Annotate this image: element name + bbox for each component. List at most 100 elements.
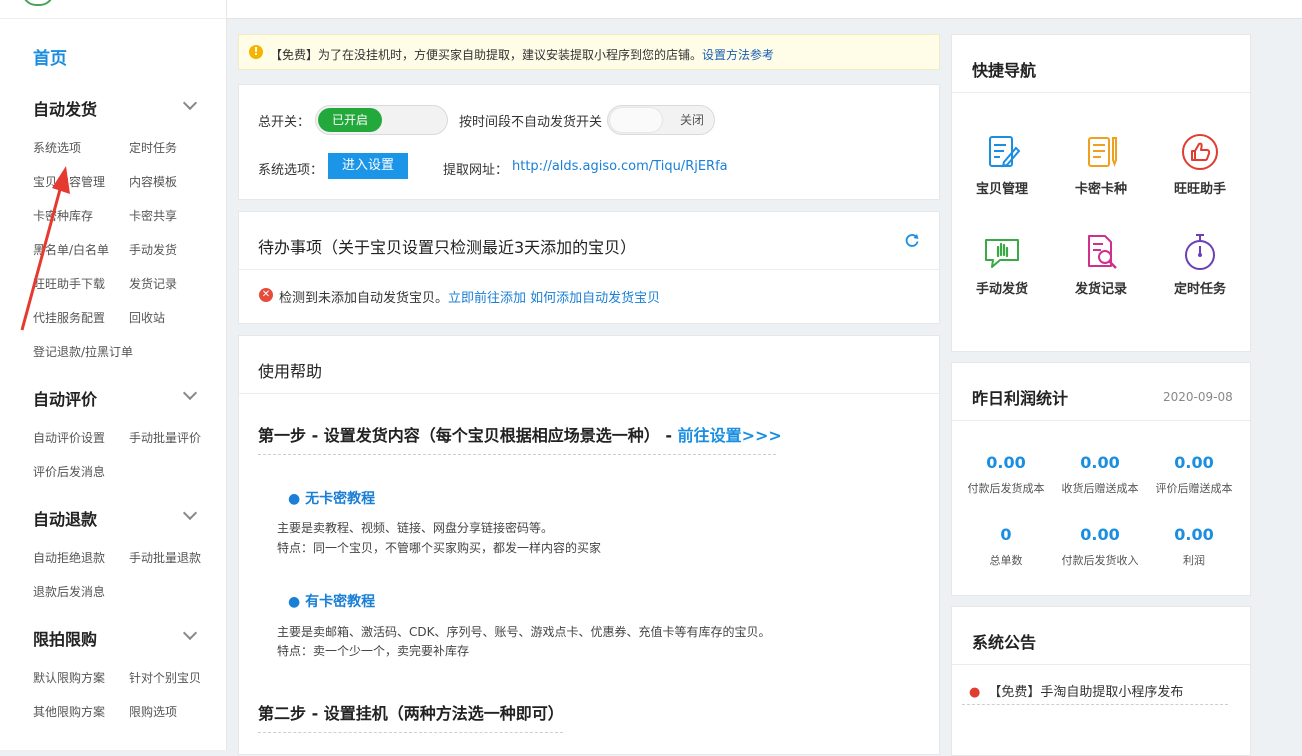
stat-total-orders: 0 总单数 [958, 525, 1054, 568]
nav-item-auto-reject[interactable]: 自动拒绝退款 [33, 549, 105, 566]
nav-group-auto-refund[interactable]: 自动退款 [33, 506, 97, 530]
stopwatch-icon [1185, 234, 1215, 270]
nav-item-content-template[interactable]: 内容模板 [129, 173, 177, 190]
todo-message-line: 检测到未添加自动发货宝贝。立即前往添加 如何添加自动发货宝贝 [279, 287, 660, 306]
thumbs-up-icon [1182, 134, 1218, 170]
nav-item-other-limit[interactable]: 其他限购方案 [33, 703, 105, 720]
toggle-knob [610, 108, 662, 132]
no-card-tutorial-link[interactable]: ● 无卡密教程 [288, 488, 375, 508]
stat-label: 付款后发货收入 [1061, 554, 1139, 567]
stat-profit: 0.00 利润 [1146, 525, 1242, 568]
nav-item-manual-ship[interactable]: 手动发货 [129, 241, 177, 258]
annotation-arrow-icon [20, 166, 70, 331]
master-toggle[interactable]: 已开启 [315, 105, 448, 135]
nav-item-batch-refund[interactable]: 手动批量退款 [129, 549, 201, 566]
stat-value: 0.00 [1080, 525, 1120, 544]
profit-card: 昨日利润统计 2020-09-08 0.00 付款后发货成本 0.00 收货后赠… [951, 362, 1251, 596]
notice-text: 【免费】为了在没挂机时，方便买家自助提取，建议安装提取小程序到您的店铺。设置方法… [270, 46, 774, 63]
quick-nav-label: 卡密卡种 [1074, 182, 1127, 197]
stat-label: 总单数 [989, 554, 1023, 567]
quick-nav-label: 手动发货 [975, 282, 1028, 297]
card-tutorial-link[interactable]: ● 有卡密教程 [288, 591, 375, 611]
quick-nav-item-goods[interactable]: 宝贝管理 [962, 132, 1042, 197]
announcement-text: 【免费】手淘自助提取小程序发布 [988, 685, 1184, 700]
sidebar: 首页 自动发货 系统选项 定时任务 宝贝内容管理 内容模板 卡密种库存 卡密共享… [0, 0, 227, 750]
nav-item-scheduled-tasks[interactable]: 定时任务 [129, 139, 177, 156]
add-now-link[interactable]: 立即前往添加 [448, 291, 526, 306]
quick-nav-label: 宝贝管理 [975, 182, 1028, 197]
step2-title: 第二步 - 设置挂机（两种方法选一种即可） [258, 704, 564, 723]
quick-nav-item-card[interactable]: 卡密卡种 [1061, 132, 1141, 197]
todo-title: 待办事项（关于宝贝设置只检测最近3天添加的宝贝） [258, 238, 637, 257]
stat-label: 利润 [1183, 554, 1205, 567]
nav-item-review-message[interactable]: 评价后发消息 [33, 463, 105, 480]
quick-nav-item-manual-ship[interactable]: 手动发货 [962, 232, 1042, 297]
bullet-icon: ● [969, 685, 981, 700]
stat-label: 付款后发货成本 [967, 482, 1045, 495]
profit-date: 2020-09-08 [1163, 390, 1233, 404]
nav-item-ship-records[interactable]: 发货记录 [129, 275, 177, 292]
divider [239, 269, 939, 270]
nav-item-recycle-bin[interactable]: 回收站 [129, 309, 165, 326]
stat-label: 收货后赠送成本 [1061, 482, 1139, 495]
nav-item-system-options[interactable]: 系统选项 [33, 139, 81, 156]
nav-group-purchase-limit[interactable]: 限拍限购 [33, 626, 97, 650]
quick-nav-label: 定时任务 [1173, 282, 1226, 297]
nav-item-limit-options[interactable]: 限购选项 [129, 703, 177, 720]
refresh-icon[interactable] [904, 232, 920, 248]
nav-group-auto-review[interactable]: 自动评价 [33, 386, 97, 410]
dashed-divider [258, 454, 776, 455]
logo [22, 0, 54, 6]
todo-card: 待办事项（关于宝贝设置只检测最近3天添加的宝贝） ✕ 检测到未添加自动发货宝贝。… [238, 211, 940, 324]
extract-url-label: 提取网址： [443, 163, 509, 178]
chevron-down-icon[interactable] [182, 505, 198, 521]
quick-nav-item-ship-records[interactable]: 发货记录 [1061, 232, 1141, 297]
stat-value: 0.00 [1174, 453, 1214, 472]
timed-toggle-state: 关闭 [679, 113, 704, 127]
nav-item-default-limit[interactable]: 默认限购方案 [33, 669, 105, 686]
stat-value: 0.00 [986, 453, 1026, 472]
announcement-title: 系统公告 [972, 633, 1037, 652]
system-options-label: 系统选项： [258, 163, 324, 178]
extract-url-link[interactable]: http://alds.agiso.com/Tiqu/RjERfa [512, 159, 728, 174]
stat-receive-gift-cost: 0.00 收货后赠送成本 [1052, 453, 1148, 496]
step1-title: 第一步 - 设置发货内容（每个宝贝根据相应场景选一种） - 前往设置>>> [258, 422, 782, 446]
notice-banner: ! 【免费】为了在没挂机时，方便买家自助提取，建议安装提取小程序到您的店铺。设置… [238, 34, 940, 70]
notice-link[interactable]: 设置方法参考 [702, 48, 774, 62]
enter-settings-button[interactable]: 进入设置 [328, 153, 408, 179]
no-card-desc-1: 主要是卖教程、视频、链接、网盘分享链接密码等。 [277, 521, 554, 535]
profit-title: 昨日利润统计 [972, 389, 1069, 408]
help-title: 使用帮助 [258, 362, 323, 381]
notepad-pen-icon [1088, 137, 1117, 167]
nav-group-auto-ship[interactable]: 自动发货 [33, 96, 97, 120]
quick-nav-item-wangwang[interactable]: 旺旺助手 [1160, 132, 1240, 197]
chevron-down-icon[interactable] [182, 95, 198, 111]
error-icon: ✕ [259, 288, 273, 302]
nav-item-refund-blacklist[interactable]: 登记退款/拉黑订单 [33, 343, 133, 360]
chevron-down-icon[interactable] [182, 385, 198, 401]
warning-icon: ! [249, 45, 263, 59]
stat-value: 0.00 [1080, 453, 1120, 472]
stat-ship-cost: 0.00 付款后发货成本 [958, 453, 1054, 496]
help-card: 使用帮助 第一步 - 设置发货内容（每个宝贝根据相应场景选一种） - 前往设置>… [238, 335, 940, 755]
dashed-divider [962, 704, 1228, 705]
how-to-add-link[interactable]: 如何添加自动发货宝贝 [530, 291, 660, 306]
nav-item-card-share[interactable]: 卡密共享 [129, 207, 177, 224]
stat-review-gift-cost: 0.00 评价后赠送成本 [1146, 453, 1242, 496]
timed-switch-label: 按时间段不自动发货开关 [459, 115, 603, 130]
quick-nav-card: 快捷导航 宝贝管理 卡密卡种 旺旺助手 手动发货 发货记录 定时任务 [951, 34, 1251, 352]
nav-item-item-limit[interactable]: 针对个别宝贝 [129, 669, 201, 686]
no-card-desc-2: 特点：同一个宝贝，不管哪个买家购买，都发一样内容的买家 [277, 541, 602, 555]
nav-item-batch-review[interactable]: 手动批量评价 [129, 429, 201, 446]
go-settings-link[interactable]: 前往设置>>> [678, 426, 782, 445]
quick-nav-item-scheduled[interactable]: 定时任务 [1160, 232, 1240, 297]
divider [952, 664, 1250, 665]
nav-item-refund-message[interactable]: 退款后发消息 [33, 583, 105, 600]
nav-item-review-settings[interactable]: 自动评价设置 [33, 429, 105, 446]
announcement-item[interactable]: ● 【免费】手淘自助提取小程序发布 [969, 681, 1183, 700]
quick-nav-title: 快捷导航 [972, 61, 1037, 80]
chevron-down-icon[interactable] [182, 625, 198, 641]
nav-home[interactable]: 首页 [33, 44, 67, 69]
stat-value: 0 [1000, 525, 1012, 544]
timed-toggle[interactable]: 关闭 [607, 105, 715, 135]
